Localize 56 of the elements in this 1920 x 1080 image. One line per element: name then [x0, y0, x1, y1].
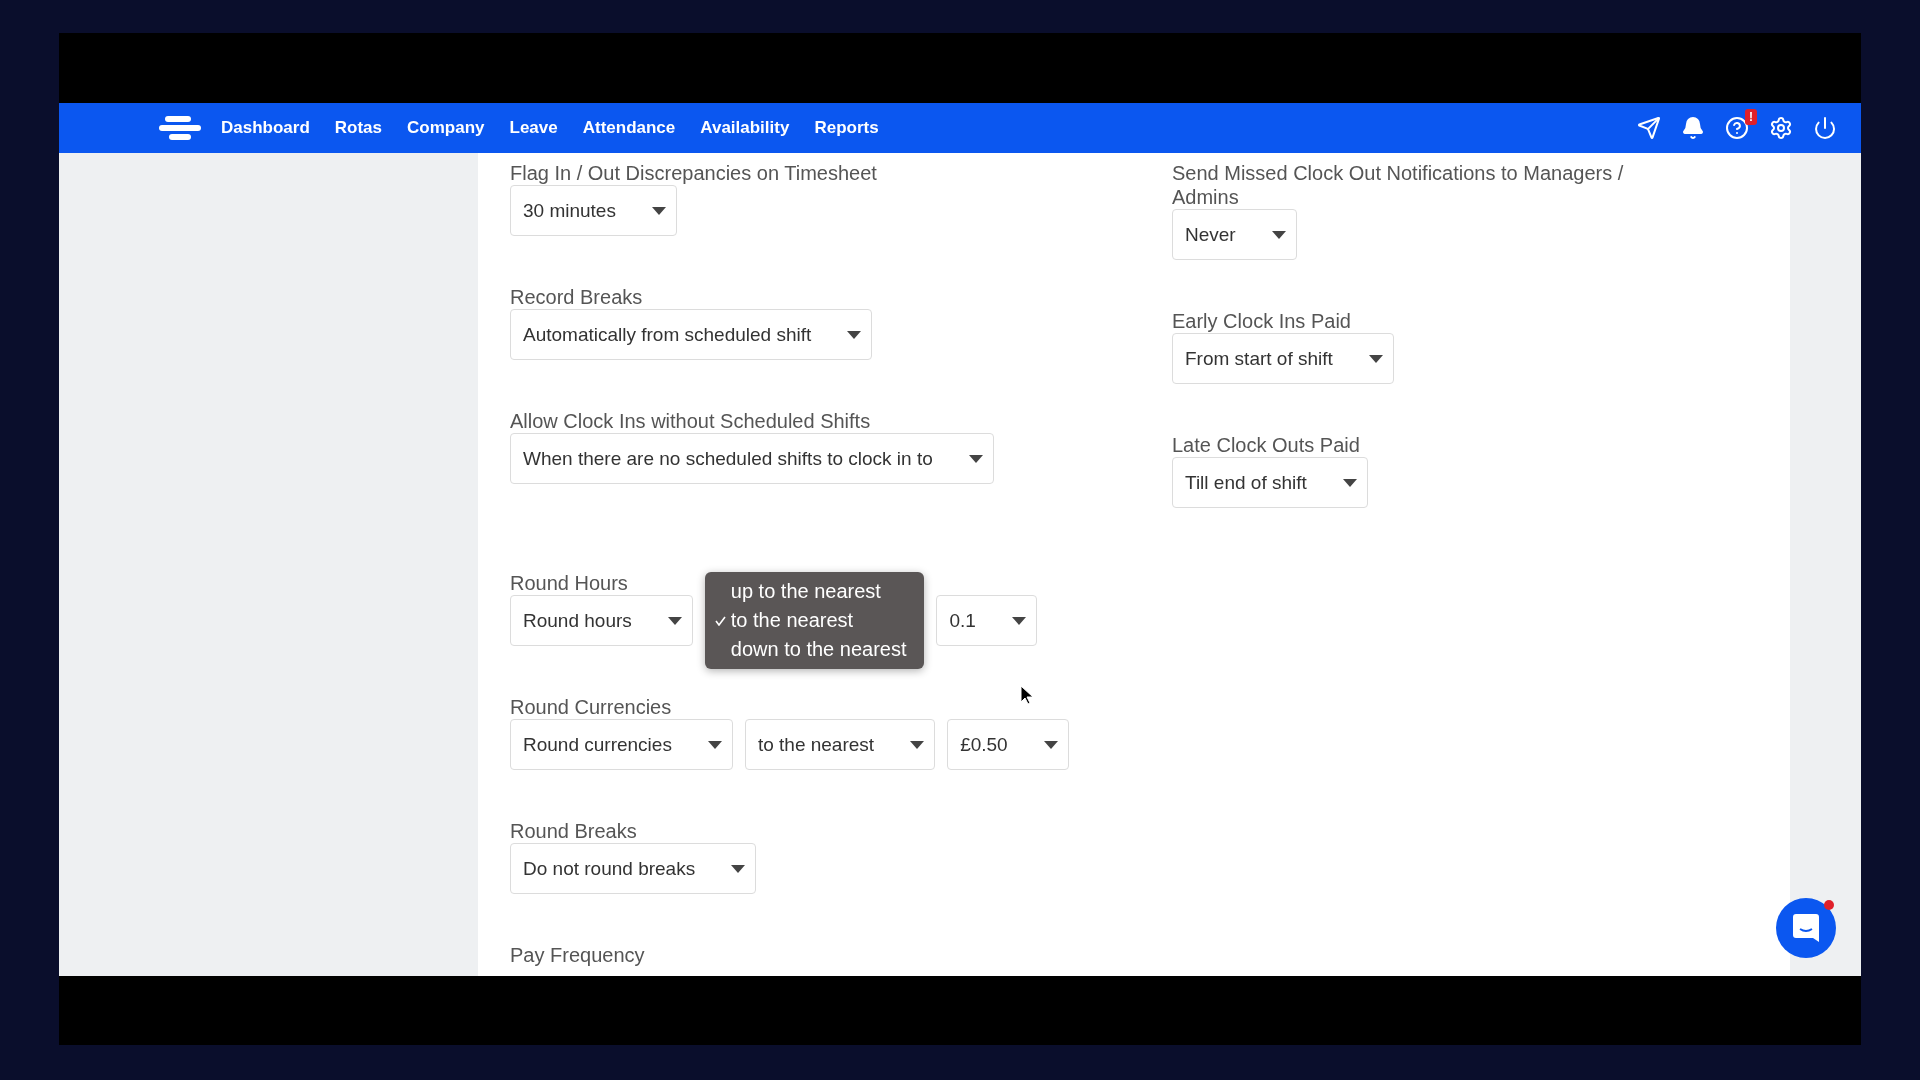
dropdown-select[interactable]: Round currencies — [510, 719, 733, 770]
field-label: Late Clock Outs Paid — [1172, 433, 1360, 457]
bell-icon[interactable] — [1681, 116, 1705, 140]
field-label: Early Clock Ins Paid — [1172, 309, 1351, 333]
caret-icon — [968, 454, 983, 463]
dropdown-select[interactable]: When there are no scheduled shifts to clock in to — [510, 433, 994, 484]
send-icon[interactable] — [1637, 116, 1661, 140]
field-label: Send Missed Clock Out Notifications to Managers / Admins — [1172, 161, 1625, 209]
caret-icon — [707, 740, 722, 749]
chat-icon — [1793, 914, 1819, 942]
menu-option[interactable]: to the nearest — [714, 606, 907, 635]
caret-icon — [1368, 354, 1383, 363]
field-label: Round Currencies — [510, 695, 672, 719]
caret-icon — [1043, 740, 1058, 749]
caret-icon — [667, 616, 682, 625]
field-label: Flag In / Out Discrepancies on Timesheet — [510, 161, 877, 185]
chat-button[interactable] — [1776, 898, 1836, 958]
dropdown-select[interactable]: From start of shift — [1172, 333, 1394, 384]
dropdown-select[interactable]: 0.1 — [936, 595, 1037, 646]
nav-link[interactable]: Company — [407, 118, 485, 138]
dropdown-select[interactable]: 30 minutes — [510, 185, 677, 236]
caret-icon — [651, 206, 666, 215]
menu-option[interactable]: up to the nearest — [714, 577, 907, 606]
caret-icon — [847, 330, 862, 339]
logo-icon — [159, 116, 201, 140]
field-label: Round Breaks — [510, 819, 637, 843]
menu-option[interactable]: down to the nearest — [714, 635, 907, 664]
alert-badge: ! — [1745, 109, 1757, 125]
field-label: Record Breaks — [510, 285, 643, 309]
settings-icon[interactable] — [1769, 116, 1793, 140]
caret-icon — [731, 864, 746, 873]
nav-link[interactable]: Rotas — [334, 118, 383, 138]
caret-icon — [1011, 616, 1026, 625]
nav-link[interactable]: Reports — [814, 118, 879, 138]
nav-link[interactable]: Leave — [509, 118, 558, 138]
check-icon — [714, 615, 726, 626]
caret-icon — [910, 740, 925, 749]
nav-link[interactable]: Dashboard — [221, 118, 310, 138]
caret-icon — [1271, 230, 1286, 239]
notification-dot — [1824, 900, 1834, 910]
dropdown-select[interactable]: Never — [1172, 209, 1297, 260]
caret-icon — [1342, 478, 1357, 487]
dropdown-select[interactable]: Round hours — [510, 595, 693, 646]
dropdown-select[interactable]: Do not round breaks — [510, 843, 757, 894]
dropdown-select[interactable]: £0.50 — [947, 719, 1069, 770]
dropdown-select[interactable]: Till end of shift — [1172, 457, 1368, 508]
help-icon[interactable] — [1725, 116, 1749, 140]
power-icon[interactable] — [1813, 116, 1837, 140]
field-label: Pay Frequency — [510, 943, 645, 967]
field-label: Allow Clock Ins without Scheduled Shifts — [510, 409, 871, 433]
nav-link[interactable]: Attendance — [582, 118, 676, 138]
cursor-icon — [1020, 685, 1034, 705]
nav-link[interactable]: Availability — [700, 118, 790, 138]
dropdown-select[interactable]: to the nearest — [744, 719, 936, 770]
dropdown-select[interactable]: Automatically from scheduled shift — [510, 309, 873, 360]
field-label: Round Hours — [510, 571, 628, 595]
